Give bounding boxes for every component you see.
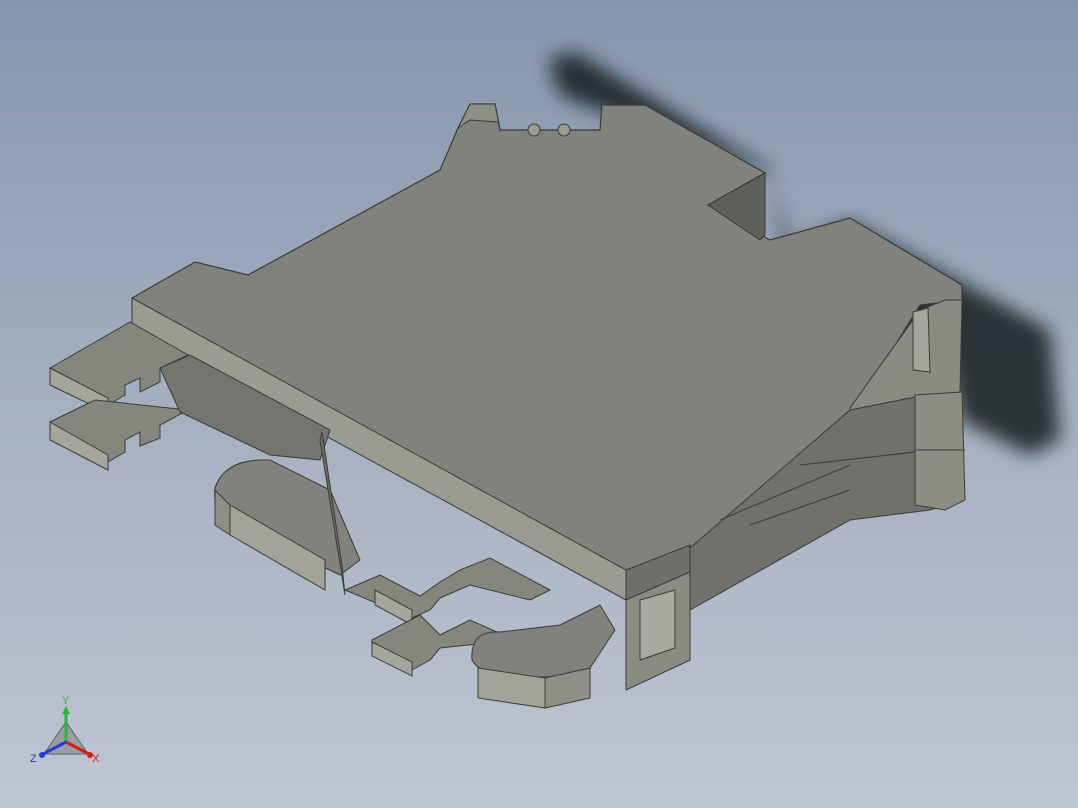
- front-rail-tab-top: [343, 557, 552, 619]
- y-axis-arrow: [62, 706, 70, 714]
- axis-triad[interactable]: Y X Z: [26, 692, 106, 772]
- x-axis-label: X: [92, 753, 100, 765]
- right-foot-top: [471, 604, 616, 678]
- left-rail-tab-bottom: [49, 399, 190, 463]
- z-axis-label: Z: [30, 753, 37, 765]
- front-pocket-inner: [639, 589, 676, 661]
- right-end-connector: [912, 307, 931, 373]
- right-end-face: [914, 391, 966, 511]
- back-clip-bump-2: [557, 123, 571, 137]
- z-axis-tip: [39, 752, 45, 758]
- back-clip-bump-1: [527, 123, 541, 137]
- cad-3d-viewport[interactable]: Y X Z: [0, 0, 1078, 808]
- y-axis-label: Y: [62, 695, 70, 707]
- terminal-block-model[interactable]: [0, 0, 1078, 808]
